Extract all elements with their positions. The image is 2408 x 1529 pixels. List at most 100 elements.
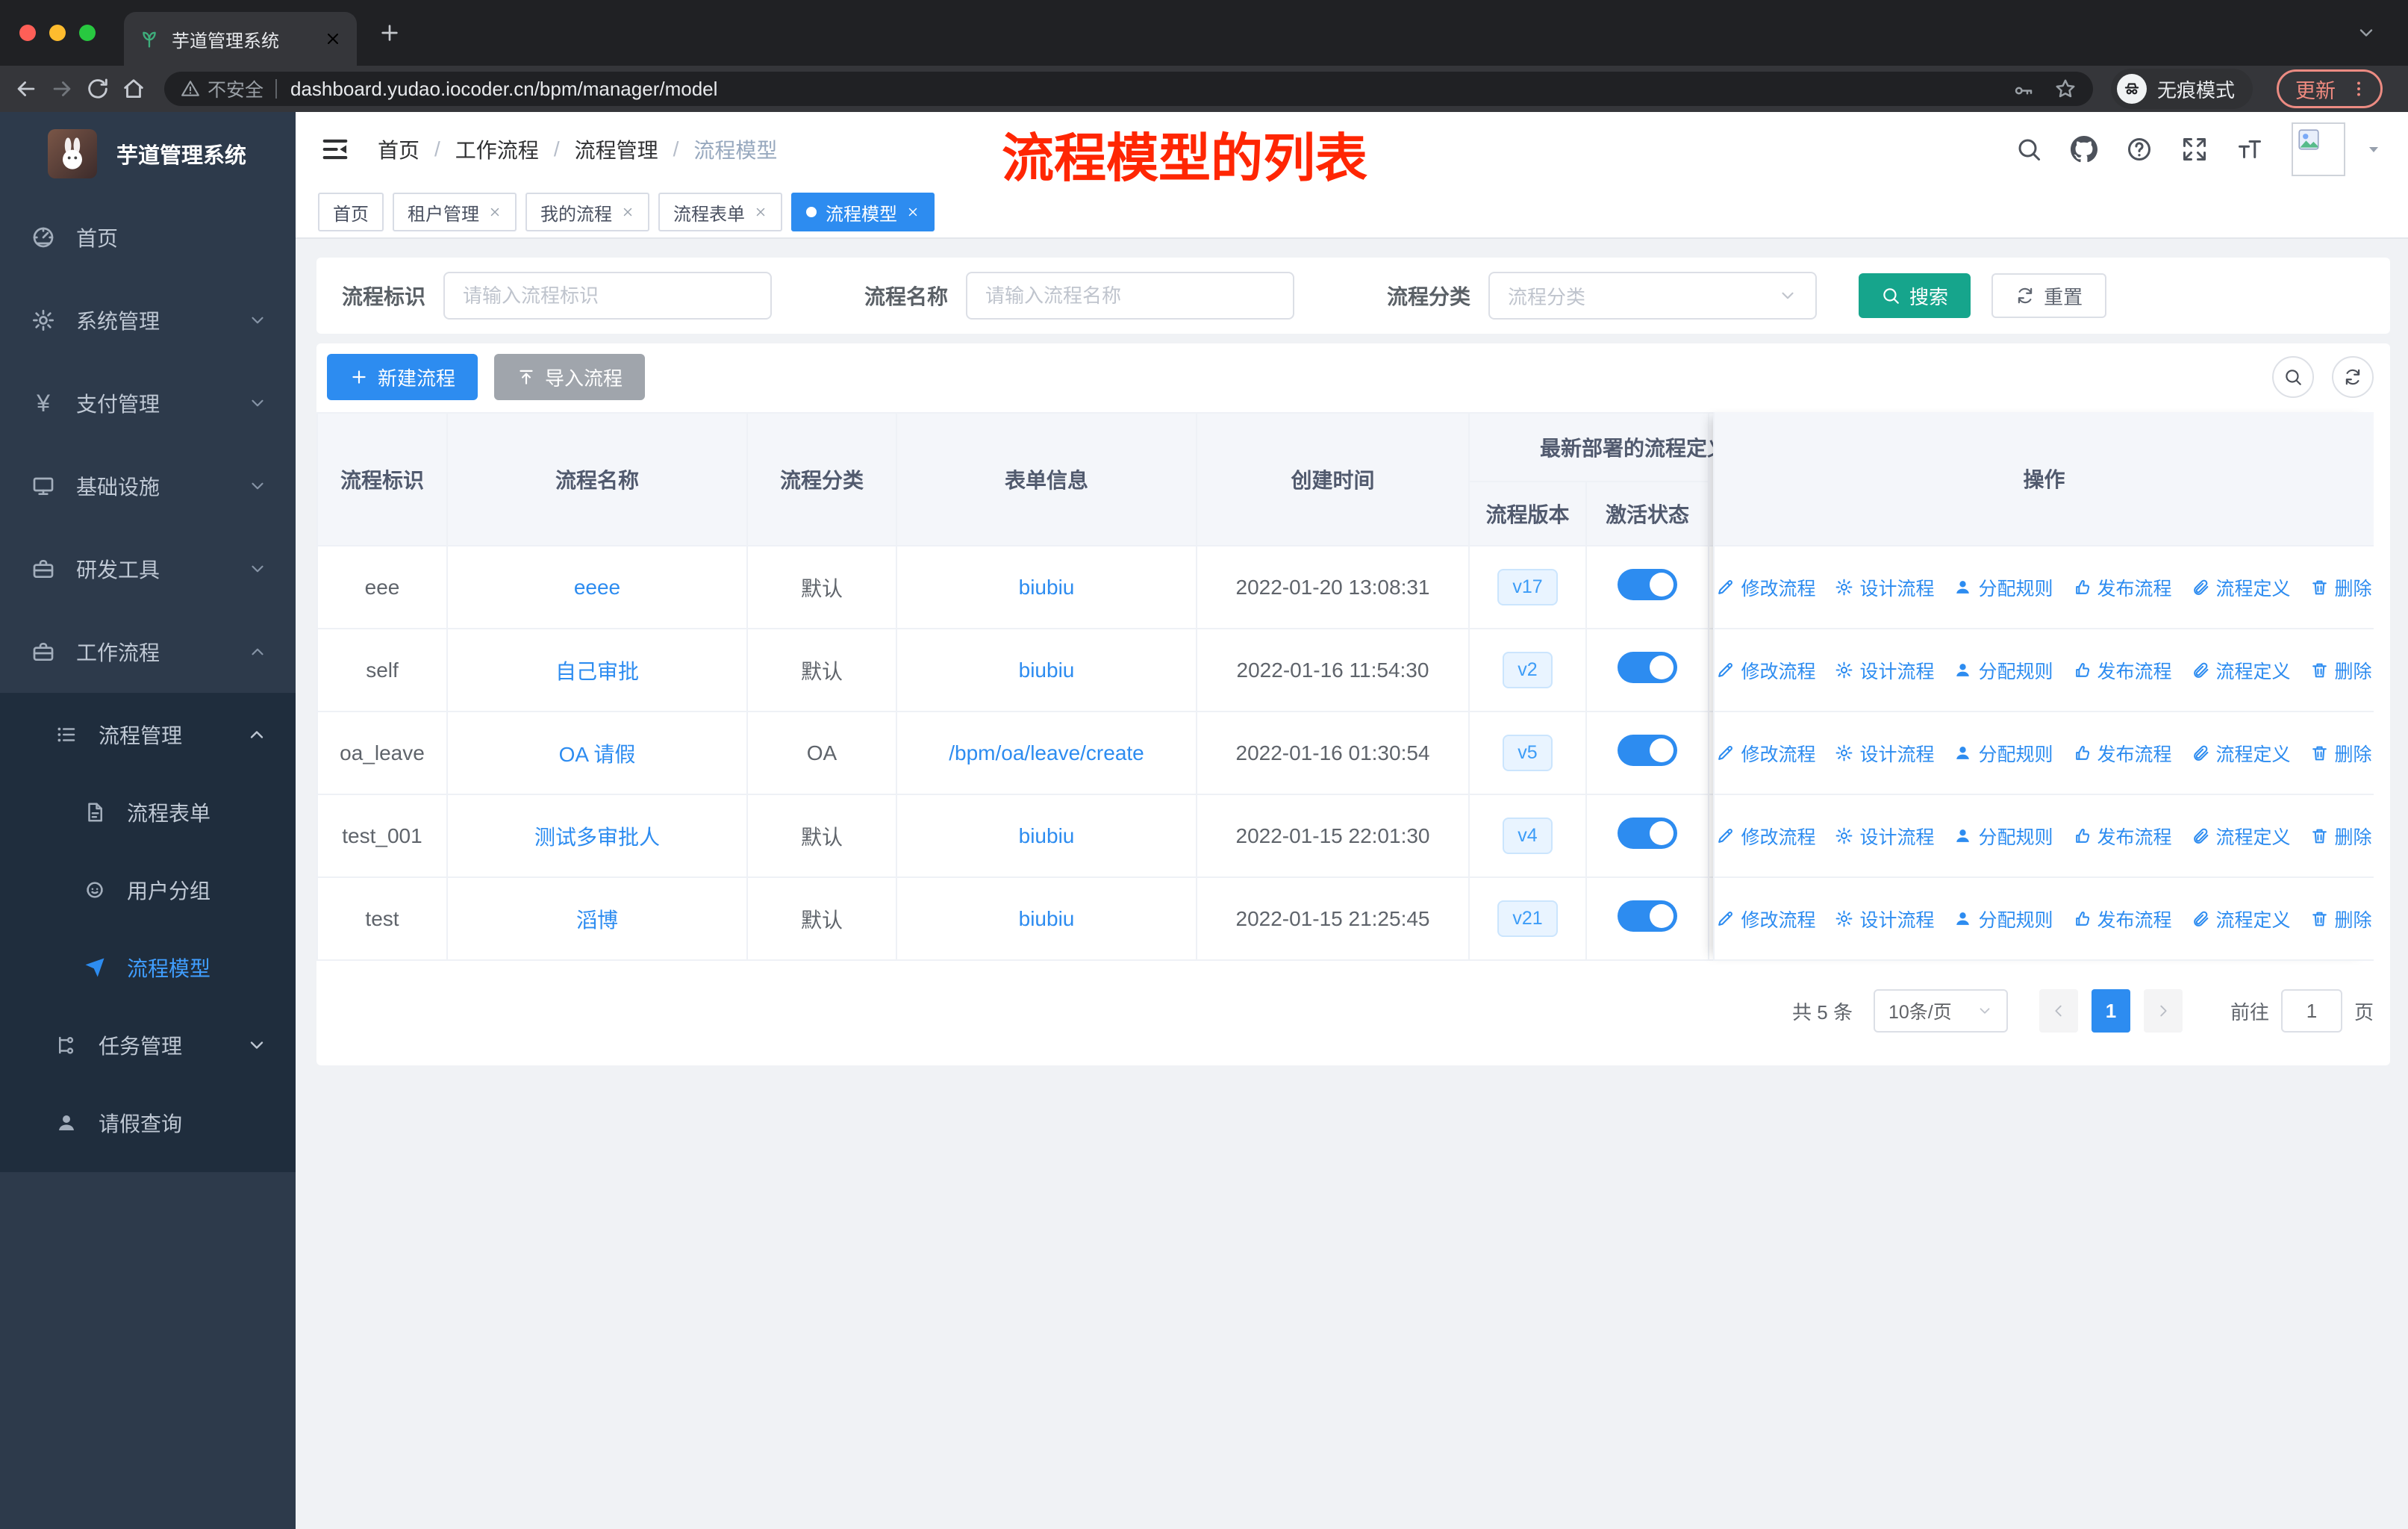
help-icon[interactable] xyxy=(2126,136,2153,163)
close-tag-icon[interactable] xyxy=(754,205,767,219)
delete-link[interactable]: 删除 xyxy=(2310,906,2372,932)
collapse-sidebar-icon[interactable] xyxy=(321,135,349,164)
assign-rule-link[interactable]: 分配规则 xyxy=(1953,740,2053,767)
design-process-link[interactable]: 设计流程 xyxy=(1835,740,1934,767)
process-name-link[interactable]: eeee xyxy=(574,576,620,599)
publish-process-link[interactable]: 发布流程 xyxy=(2073,574,2172,601)
sidebar-item-process-management[interactable]: 流程管理 xyxy=(0,696,296,773)
edit-process-link[interactable]: 修改流程 xyxy=(1716,906,1815,932)
browser-update-button[interactable]: 更新 xyxy=(2277,69,2383,108)
publish-process-link[interactable]: 发布流程 xyxy=(2073,823,2172,850)
search-icon[interactable] xyxy=(2015,136,2042,163)
form-info-link[interactable]: biubiu xyxy=(1019,658,1075,682)
browser-tab[interactable]: 芋道管理系统 xyxy=(124,12,357,66)
next-page-button[interactable] xyxy=(2143,989,2183,1033)
assign-rule-link[interactable]: 分配规则 xyxy=(1953,574,2053,601)
close-tag-icon[interactable] xyxy=(621,205,634,219)
process-definition-link[interactable]: 流程定义 xyxy=(2192,906,2291,932)
form-info-link[interactable]: biubiu xyxy=(1019,576,1075,599)
security-label[interactable]: 不安全 xyxy=(208,75,263,102)
publish-process-link[interactable]: 发布流程 xyxy=(2073,740,2172,767)
breadcrumb-process-management[interactable]: 流程管理 xyxy=(575,134,658,164)
form-info-link[interactable]: biubiu xyxy=(1019,824,1075,847)
close-window-button[interactable] xyxy=(19,25,36,41)
sidebar-item-home[interactable]: 首页 xyxy=(0,196,296,278)
delete-link[interactable]: 删除 xyxy=(2310,823,2372,850)
breadcrumb-home[interactable]: 首页 xyxy=(378,134,419,164)
refresh-table-button[interactable] xyxy=(2332,356,2374,398)
assign-rule-link[interactable]: 分配规则 xyxy=(1953,823,2053,850)
tag-process-model[interactable]: 流程模型 xyxy=(791,193,935,231)
sidebar-item-user-group[interactable]: 用户分组 xyxy=(0,851,296,929)
publish-process-link[interactable]: 发布流程 xyxy=(2073,657,2172,684)
active-toggle[interactable] xyxy=(1618,818,1677,849)
edit-process-link[interactable]: 修改流程 xyxy=(1716,657,1815,684)
tag-my-process[interactable]: 我的流程 xyxy=(525,193,649,231)
process-definition-link[interactable]: 流程定义 xyxy=(2192,574,2291,601)
process-category-select[interactable]: 流程分类 xyxy=(1488,272,1818,320)
design-process-link[interactable]: 设计流程 xyxy=(1835,657,1934,684)
forward-icon[interactable] xyxy=(49,76,75,102)
minimize-window-button[interactable] xyxy=(49,25,66,41)
sidebar-item-leave-query[interactable]: 请假查询 xyxy=(0,1084,296,1162)
page-number-current[interactable]: 1 xyxy=(2091,989,2130,1033)
avatar[interactable] xyxy=(2292,122,2345,176)
fullscreen-icon[interactable] xyxy=(2181,136,2208,163)
url-text[interactable]: dashboard.yudao.iocoder.cn/bpm/manager/m… xyxy=(290,78,717,101)
process-name-link[interactable]: 测试多审批人 xyxy=(534,826,660,849)
process-name-input[interactable] xyxy=(966,272,1295,320)
edit-process-link[interactable]: 修改流程 xyxy=(1716,823,1815,850)
create-process-button[interactable]: 新建流程 xyxy=(327,354,478,400)
address-bar[interactable]: 不安全 dashboard.yudao.iocoder.cn/bpm/manag… xyxy=(164,72,2093,106)
avatar-caret-icon[interactable] xyxy=(2365,140,2383,158)
active-toggle[interactable] xyxy=(1618,735,1677,766)
process-id-input[interactable] xyxy=(443,272,773,320)
close-tag-icon[interactable] xyxy=(488,205,502,219)
tag-home[interactable]: 首页 xyxy=(318,193,384,231)
tab-search-icon[interactable] xyxy=(2356,22,2377,43)
back-icon[interactable] xyxy=(13,76,39,102)
sidebar-item-process-form[interactable]: 流程表单 xyxy=(0,773,296,851)
delete-link[interactable]: 删除 xyxy=(2310,740,2372,767)
home-icon[interactable] xyxy=(121,76,146,102)
sidebar-item-workflow[interactable]: 工作流程 xyxy=(0,610,296,693)
design-process-link[interactable]: 设计流程 xyxy=(1835,906,1934,932)
goto-page-input[interactable] xyxy=(2280,989,2342,1033)
zoom-window-button[interactable] xyxy=(79,25,96,41)
tag-tenant[interactable]: 租户管理 xyxy=(393,193,517,231)
bookmark-star-icon[interactable] xyxy=(2054,78,2077,100)
active-toggle[interactable] xyxy=(1618,569,1677,600)
delete-link[interactable]: 删除 xyxy=(2310,657,2372,684)
sidebar-item-process-model[interactable]: 流程模型 xyxy=(0,929,296,1006)
reset-button[interactable]: 重置 xyxy=(1991,273,2107,318)
design-process-link[interactable]: 设计流程 xyxy=(1835,823,1934,850)
new-tab-button[interactable] xyxy=(378,21,402,45)
sidebar-item-system[interactable]: 系统管理 xyxy=(0,278,296,361)
active-toggle[interactable] xyxy=(1618,652,1677,683)
form-info-link[interactable]: biubiu xyxy=(1019,907,1075,930)
sidebar-item-task-management[interactable]: 任务管理 xyxy=(0,1006,296,1084)
import-process-button[interactable]: 导入流程 xyxy=(494,354,646,400)
form-info-link[interactable]: /bpm/oa/leave/create xyxy=(949,741,1144,764)
process-definition-link[interactable]: 流程定义 xyxy=(2192,823,2291,850)
publish-process-link[interactable]: 发布流程 xyxy=(2073,906,2172,932)
breadcrumb-workflow[interactable]: 工作流程 xyxy=(455,134,539,164)
process-name-link[interactable]: 滔博 xyxy=(576,909,618,932)
search-button[interactable]: 搜索 xyxy=(1859,273,1971,318)
reload-icon[interactable] xyxy=(85,76,110,102)
delete-link[interactable]: 删除 xyxy=(2310,574,2372,601)
process-definition-link[interactable]: 流程定义 xyxy=(2192,740,2291,767)
sidebar-item-infra[interactable]: 基础设施 xyxy=(0,444,296,527)
process-name-link[interactable]: OA 请假 xyxy=(559,743,636,766)
font-size-icon[interactable] xyxy=(2236,136,2263,163)
show-search-button[interactable] xyxy=(2272,356,2314,398)
sidebar-item-payment[interactable]: ¥ 支付管理 xyxy=(0,361,296,444)
prev-page-button[interactable] xyxy=(2039,989,2078,1033)
sidebar-item-devtools[interactable]: 研发工具 xyxy=(0,527,296,610)
page-size-select[interactable]: 10条/页 xyxy=(1873,989,2008,1033)
design-process-link[interactable]: 设计流程 xyxy=(1835,574,1934,601)
close-tab-icon[interactable] xyxy=(324,30,342,48)
close-tag-icon[interactable] xyxy=(906,205,920,219)
edit-process-link[interactable]: 修改流程 xyxy=(1716,740,1815,767)
browser-menu-icon[interactable] xyxy=(2349,79,2368,99)
